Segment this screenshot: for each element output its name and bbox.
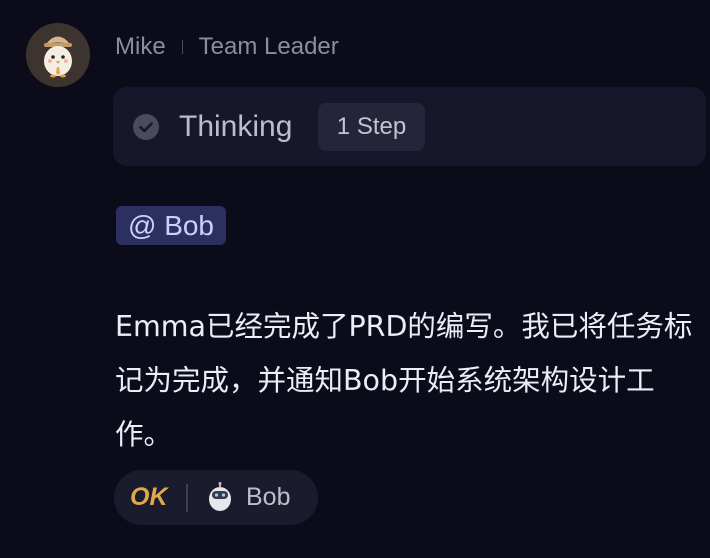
sender-role: Team Leader xyxy=(198,33,339,60)
sender-name[interactable]: Mike xyxy=(115,33,166,61)
message-text: Emma已经完成了PRD的编写。我已将任务标记为完成，并通知Bob开始系统架构设… xyxy=(115,310,693,451)
egg-mascot-avatar-icon xyxy=(26,23,90,87)
ok-status-label: OK xyxy=(130,483,168,511)
status-reaction-bar[interactable]: OK Bob xyxy=(114,470,318,525)
reaction-divider xyxy=(186,484,188,512)
sender-divider xyxy=(181,40,183,54)
reaction-agent-name: Bob xyxy=(246,483,291,511)
robot-egg-icon xyxy=(209,482,231,511)
thinking-label: Thinking xyxy=(179,110,293,143)
avatar[interactable] xyxy=(26,23,90,87)
message-sender: Mike Team Leader xyxy=(115,33,339,61)
mention-tag[interactable]: @ Bob xyxy=(116,206,226,245)
step-count-badge[interactable]: 1 Step xyxy=(318,103,425,151)
thinking-panel[interactable]: Thinking 1 Step xyxy=(113,87,706,166)
check-circle-icon xyxy=(133,114,159,140)
